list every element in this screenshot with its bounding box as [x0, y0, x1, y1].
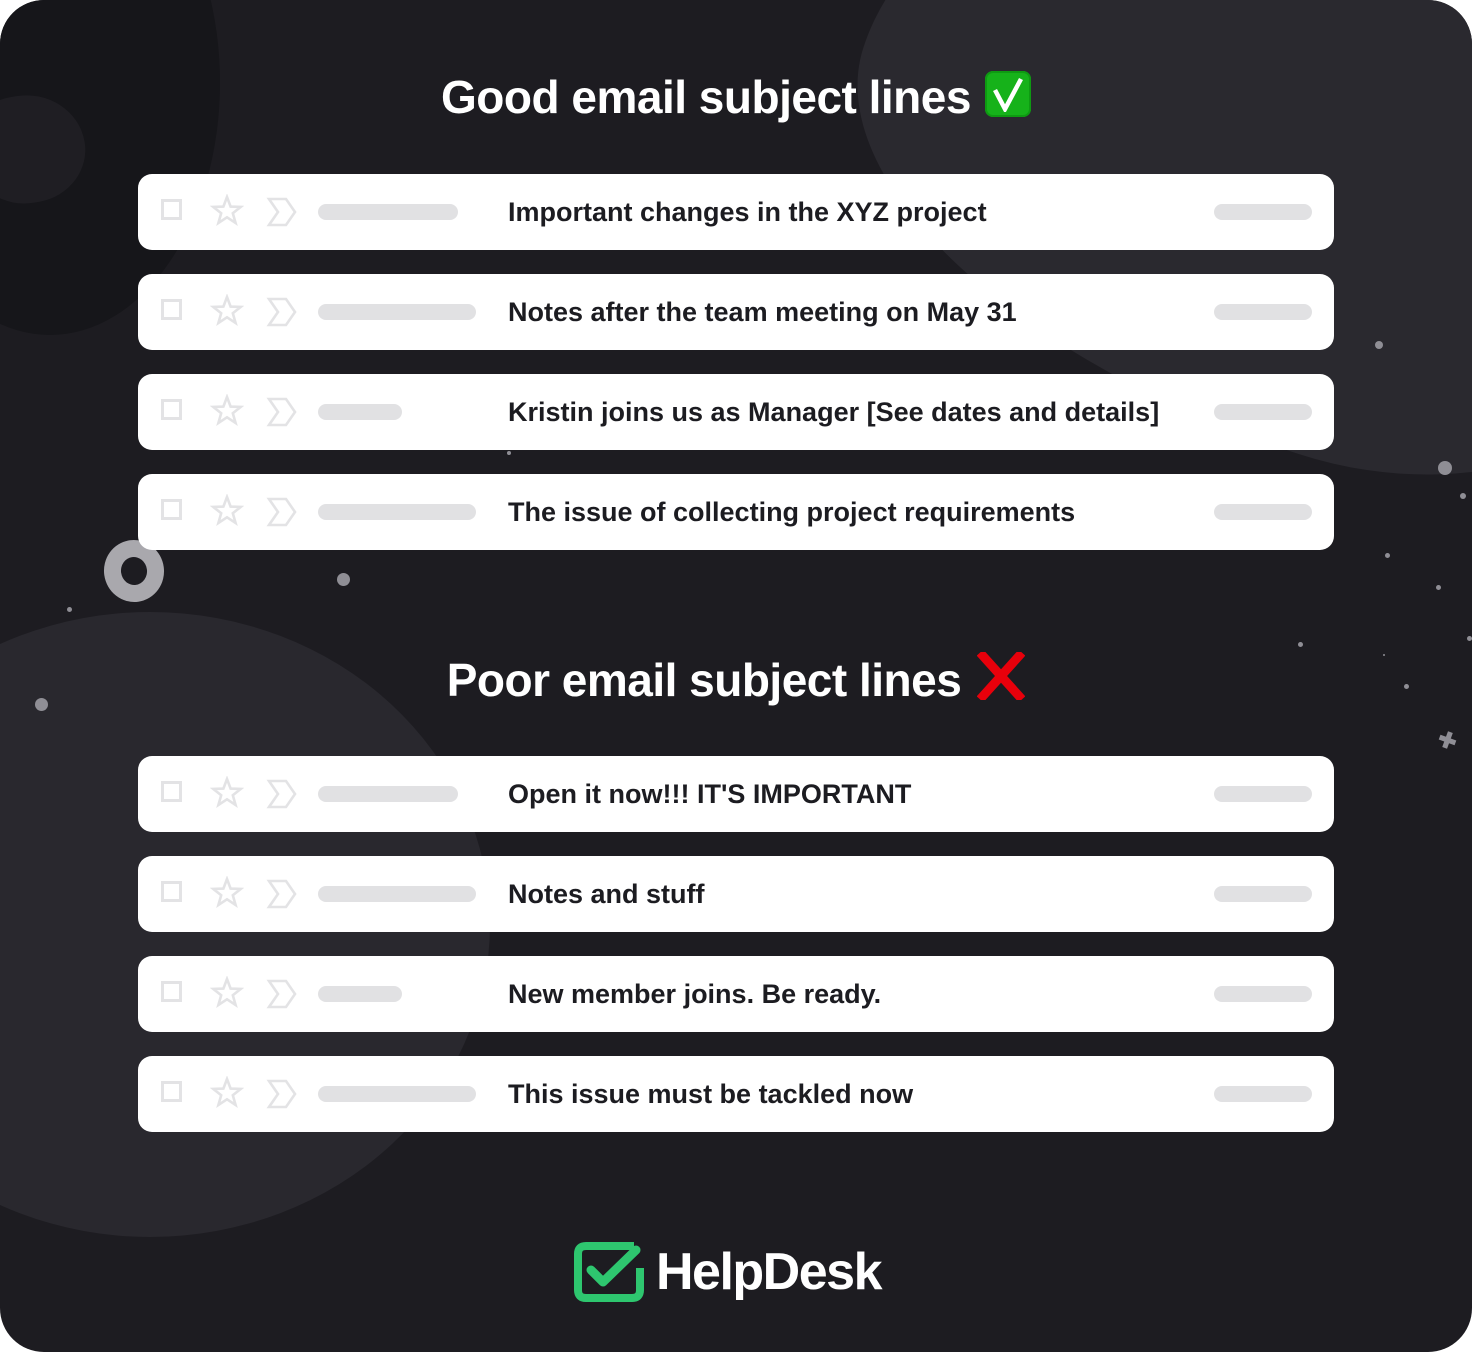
email-row[interactable]: Open it now!!! IT'S IMPORTANT	[138, 756, 1334, 832]
decorative-dot	[67, 607, 72, 612]
infographic-canvas: ✚ Good email subject lines Important cha…	[0, 0, 1472, 1352]
decorative-dot	[1298, 642, 1303, 647]
date-placeholder	[1214, 886, 1312, 902]
decorative-dot	[1438, 461, 1452, 475]
label-icon[interactable]	[266, 1078, 298, 1110]
checkbox-icon[interactable]	[161, 399, 182, 420]
email-subject: Kristin joins us as Manager [See dates a…	[508, 397, 1160, 427]
star-icon[interactable]	[210, 494, 244, 528]
sender-placeholder	[318, 886, 476, 902]
sender-placeholder	[318, 504, 476, 520]
date-placeholder	[1214, 786, 1312, 802]
date-placeholder	[1214, 204, 1312, 220]
email-subject: Notes and stuff	[508, 879, 705, 909]
star-icon[interactable]	[210, 776, 244, 810]
email-row[interactable]: Important changes in the XYZ project	[138, 174, 1334, 250]
checkbox-icon[interactable]	[161, 499, 182, 520]
email-row[interactable]: Notes and stuff	[138, 856, 1334, 932]
sender-placeholder	[318, 1086, 476, 1102]
star-icon[interactable]	[210, 194, 244, 228]
sender-placeholder	[318, 986, 402, 1002]
poor-title-text: Poor email subject lines	[446, 654, 962, 706]
label-icon[interactable]	[266, 396, 298, 428]
checkbox-icon[interactable]	[161, 981, 182, 1002]
sender-placeholder	[318, 304, 476, 320]
label-icon[interactable]	[266, 778, 298, 810]
good-section-title: Good email subject lines	[0, 70, 1472, 124]
helpdesk-logo: HelpDesk	[574, 1242, 883, 1302]
star-icon[interactable]	[210, 976, 244, 1010]
label-icon[interactable]	[266, 878, 298, 910]
decorative-dot	[1467, 636, 1472, 641]
star-icon[interactable]	[210, 1076, 244, 1110]
label-icon[interactable]	[266, 196, 298, 228]
date-placeholder	[1214, 1086, 1312, 1102]
poor-section-title: Poor email subject lines	[0, 649, 1472, 711]
email-subject: Important changes in the XYZ project	[508, 197, 987, 227]
email-subject: Open it now!!! IT'S IMPORTANT	[508, 779, 912, 809]
sender-placeholder	[318, 786, 458, 802]
checkbox-icon[interactable]	[161, 299, 182, 320]
sender-placeholder	[318, 404, 402, 420]
date-placeholder	[1214, 986, 1312, 1002]
email-row[interactable]: New member joins. Be ready.	[138, 956, 1334, 1032]
email-row[interactable]: The issue of collecting project requirem…	[138, 474, 1334, 550]
email-row[interactable]: This issue must be tackled now	[138, 1056, 1334, 1132]
label-icon[interactable]	[266, 496, 298, 528]
email-row[interactable]: Kristin joins us as Manager [See dates a…	[138, 374, 1334, 450]
brand-name: HelpDesk	[656, 1243, 883, 1301]
sender-placeholder	[318, 204, 458, 220]
label-icon[interactable]	[266, 296, 298, 328]
star-icon[interactable]	[210, 294, 244, 328]
decorative-dot	[1375, 341, 1383, 349]
email-subject: This issue must be tackled now	[508, 1079, 914, 1109]
decorative-dot	[1385, 553, 1390, 558]
cross-mark-icon	[976, 649, 1026, 711]
helpdesk-logo-icon	[574, 1242, 644, 1302]
email-row[interactable]: Notes after the team meeting on May 31	[138, 274, 1334, 350]
date-placeholder	[1214, 304, 1312, 320]
good-title-text: Good email subject lines	[441, 71, 971, 123]
email-subject: Notes after the team meeting on May 31	[508, 297, 1017, 327]
check-mark-button-icon	[984, 71, 1031, 117]
date-placeholder	[1214, 504, 1312, 520]
checkbox-icon[interactable]	[161, 1081, 182, 1102]
decorative-dot	[1436, 585, 1441, 590]
label-icon[interactable]	[266, 978, 298, 1010]
email-subject: The issue of collecting project requirem…	[508, 497, 1076, 527]
decorative-dot	[1460, 493, 1466, 499]
decorative-dot	[337, 573, 350, 586]
checkbox-icon[interactable]	[161, 881, 182, 902]
decorative-dot	[507, 451, 511, 455]
sparkle-icon: ✚	[1434, 725, 1461, 756]
date-placeholder	[1214, 404, 1312, 420]
checkbox-icon[interactable]	[161, 781, 182, 802]
star-icon[interactable]	[210, 876, 244, 910]
email-subject: New member joins. Be ready.	[508, 979, 882, 1009]
checkbox-icon[interactable]	[161, 199, 182, 220]
star-icon[interactable]	[210, 394, 244, 428]
